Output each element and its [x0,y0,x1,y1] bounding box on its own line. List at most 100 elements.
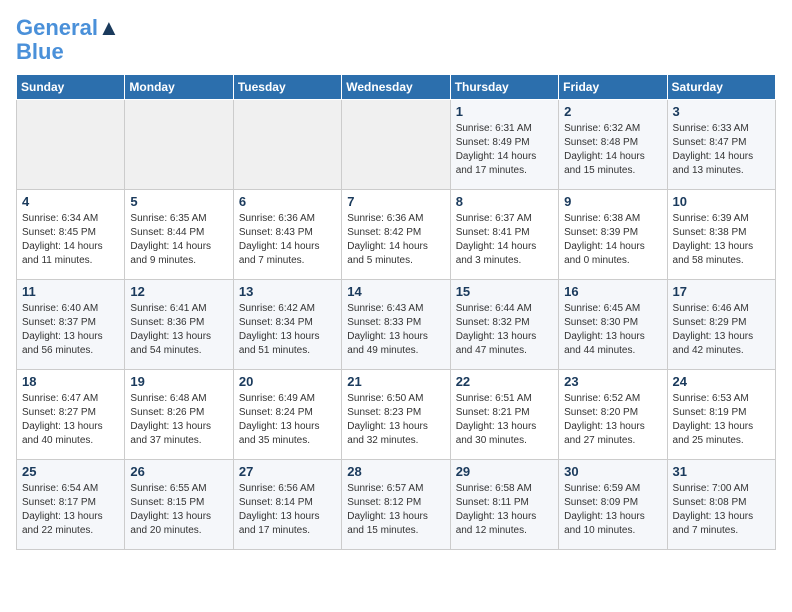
page-header: General▲ Blue [16,16,776,64]
calendar-cell: 12 Sunrise: 6:41 AM Sunset: 8:36 PM Dayli… [125,280,233,370]
day-number: 2 [564,104,661,119]
cell-info: Sunrise: 6:48 AM Sunset: 8:26 PM Dayligh… [130,392,227,448]
cell-info: Sunrise: 6:52 AM Sunset: 8:20 PM Dayligh… [564,392,661,448]
day-number: 30 [564,464,661,479]
calendar-cell: 17 Sunrise: 6:46 AM Sunset: 8:29 PM Dayli… [667,280,775,370]
cell-info: Sunrise: 6:51 AM Sunset: 8:21 PM Dayligh… [456,392,553,448]
day-number: 17 [673,284,770,299]
day-number: 16 [564,284,661,299]
calendar-cell: 3 Sunrise: 6:33 AM Sunset: 8:47 PM Daylig… [667,100,775,190]
day-number: 15 [456,284,553,299]
weekday-header-row: SundayMondayTuesdayWednesdayThursdayFrid… [17,75,776,100]
cell-info: Sunrise: 6:44 AM Sunset: 8:32 PM Dayligh… [456,302,553,358]
week-row-2: 4 Sunrise: 6:34 AM Sunset: 8:45 PM Daylig… [17,190,776,280]
calendar-cell [233,100,341,190]
day-number: 3 [673,104,770,119]
calendar-cell: 25 Sunrise: 6:54 AM Sunset: 8:17 PM Dayli… [17,460,125,550]
day-number: 28 [347,464,444,479]
cell-info: Sunrise: 6:43 AM Sunset: 8:33 PM Dayligh… [347,302,444,358]
calendar-cell: 20Sunrise: 6:49 AM Sunset: 8:24 PM Dayli… [233,370,341,460]
day-number: 10 [673,194,770,209]
logo-general: General [16,15,98,40]
cell-info: Sunrise: 6:54 AM Sunset: 8:17 PM Dayligh… [22,482,119,538]
cell-info: Sunrise: 6:58 AM Sunset: 8:11 PM Dayligh… [456,482,553,538]
cell-info: Sunrise: 6:36 AM Sunset: 8:42 PM Dayligh… [347,212,444,268]
calendar-cell: 2 Sunrise: 6:32 AM Sunset: 8:48 PM Daylig… [559,100,667,190]
calendar-cell: 28Sunrise: 6:57 AM Sunset: 8:12 PM Dayli… [342,460,450,550]
day-number: 7 [347,194,444,209]
weekday-header-friday: Friday [559,75,667,100]
day-number: 13 [239,284,336,299]
week-row-3: 11 Sunrise: 6:40 AM Sunset: 8:37 PM Dayli… [17,280,776,370]
cell-info: Sunrise: 6:35 AM Sunset: 8:44 PM Dayligh… [130,212,227,268]
day-number: 31 [673,464,770,479]
calendar-cell: 27 Sunrise: 6:56 AM Sunset: 8:14 PM Dayli… [233,460,341,550]
calendar-cell: 11 Sunrise: 6:40 AM Sunset: 8:37 PM Dayli… [17,280,125,370]
weekday-header-tuesday: Tuesday [233,75,341,100]
calendar-cell: 23Sunrise: 6:52 AM Sunset: 8:20 PM Dayli… [559,370,667,460]
calendar-cell: 24Sunrise: 6:53 AM Sunset: 8:19 PM Dayli… [667,370,775,460]
logo: General▲ Blue [16,16,120,64]
weekday-header-monday: Monday [125,75,233,100]
calendar-cell: 30Sunrise: 6:59 AM Sunset: 8:09 PM Dayli… [559,460,667,550]
cell-info: Sunrise: 6:55 AM Sunset: 8:15 PM Dayligh… [130,482,227,538]
day-number: 11 [22,284,119,299]
day-number: 12 [130,284,227,299]
calendar-cell: 7 Sunrise: 6:36 AM Sunset: 8:42 PM Daylig… [342,190,450,280]
logo-blue: Blue [16,39,64,64]
cell-info: Sunrise: 7:00 AM Sunset: 8:08 PM Dayligh… [673,482,770,538]
calendar-cell: 1Sunrise: 6:31 AM Sunset: 8:49 PM Daylig… [450,100,558,190]
day-number: 9 [564,194,661,209]
calendar-cell [125,100,233,190]
calendar-cell: 18 Sunrise: 6:47 AM Sunset: 8:27 PM Dayli… [17,370,125,460]
day-number: 27 [239,464,336,479]
calendar-cell: 31 Sunrise: 7:00 AM Sunset: 8:08 PM Dayli… [667,460,775,550]
calendar-cell: 21 Sunrise: 6:50 AM Sunset: 8:23 PM Dayli… [342,370,450,460]
day-number: 18 [22,374,119,389]
calendar-cell: 29 Sunrise: 6:58 AM Sunset: 8:11 PM Dayli… [450,460,558,550]
cell-info: Sunrise: 6:41 AM Sunset: 8:36 PM Dayligh… [130,302,227,358]
cell-info: Sunrise: 6:36 AM Sunset: 8:43 PM Dayligh… [239,212,336,268]
day-number: 25 [22,464,119,479]
calendar-table: SundayMondayTuesdayWednesdayThursdayFrid… [16,74,776,550]
day-number: 5 [130,194,227,209]
week-row-1: 1Sunrise: 6:31 AM Sunset: 8:49 PM Daylig… [17,100,776,190]
day-number: 21 [347,374,444,389]
cell-info: Sunrise: 6:40 AM Sunset: 8:37 PM Dayligh… [22,302,119,358]
week-row-5: 25 Sunrise: 6:54 AM Sunset: 8:17 PM Dayli… [17,460,776,550]
calendar-cell: 26 Sunrise: 6:55 AM Sunset: 8:15 PM Dayli… [125,460,233,550]
cell-info: Sunrise: 6:49 AM Sunset: 8:24 PM Dayligh… [239,392,336,448]
day-number: 4 [22,194,119,209]
calendar-cell: 6 Sunrise: 6:36 AM Sunset: 8:43 PM Daylig… [233,190,341,280]
day-number: 24 [673,374,770,389]
cell-info: Sunrise: 6:37 AM Sunset: 8:41 PM Dayligh… [456,212,553,268]
cell-info: Sunrise: 6:50 AM Sunset: 8:23 PM Dayligh… [347,392,444,448]
week-row-4: 18 Sunrise: 6:47 AM Sunset: 8:27 PM Dayli… [17,370,776,460]
cell-info: Sunrise: 6:42 AM Sunset: 8:34 PM Dayligh… [239,302,336,358]
calendar-cell: 8 Sunrise: 6:37 AM Sunset: 8:41 PM Daylig… [450,190,558,280]
day-number: 6 [239,194,336,209]
day-number: 26 [130,464,227,479]
cell-info: Sunrise: 6:33 AM Sunset: 8:47 PM Dayligh… [673,122,770,178]
cell-info: Sunrise: 6:45 AM Sunset: 8:30 PM Dayligh… [564,302,661,358]
day-number: 29 [456,464,553,479]
calendar-cell: 19 Sunrise: 6:48 AM Sunset: 8:26 PM Dayli… [125,370,233,460]
calendar-cell: 16 Sunrise: 6:45 AM Sunset: 8:30 PM Dayli… [559,280,667,370]
cell-info: Sunrise: 6:46 AM Sunset: 8:29 PM Dayligh… [673,302,770,358]
cell-info: Sunrise: 6:56 AM Sunset: 8:14 PM Dayligh… [239,482,336,538]
calendar-cell: 4 Sunrise: 6:34 AM Sunset: 8:45 PM Daylig… [17,190,125,280]
cell-info: Sunrise: 6:34 AM Sunset: 8:45 PM Dayligh… [22,212,119,268]
calendar-cell: 9 Sunrise: 6:38 AM Sunset: 8:39 PM Daylig… [559,190,667,280]
calendar-cell: 15 Sunrise: 6:44 AM Sunset: 8:32 PM Dayli… [450,280,558,370]
day-number: 19 [130,374,227,389]
day-number: 8 [456,194,553,209]
calendar-cell: 14Sunrise: 6:43 AM Sunset: 8:33 PM Dayli… [342,280,450,370]
cell-info: Sunrise: 6:47 AM Sunset: 8:27 PM Dayligh… [22,392,119,448]
calendar-cell [342,100,450,190]
cell-info: Sunrise: 6:38 AM Sunset: 8:39 PM Dayligh… [564,212,661,268]
cell-info: Sunrise: 6:32 AM Sunset: 8:48 PM Dayligh… [564,122,661,178]
weekday-header-sunday: Sunday [17,75,125,100]
calendar-cell: 10Sunrise: 6:39 AM Sunset: 8:38 PM Dayli… [667,190,775,280]
day-number: 22 [456,374,553,389]
cell-info: Sunrise: 6:31 AM Sunset: 8:49 PM Dayligh… [456,122,553,178]
